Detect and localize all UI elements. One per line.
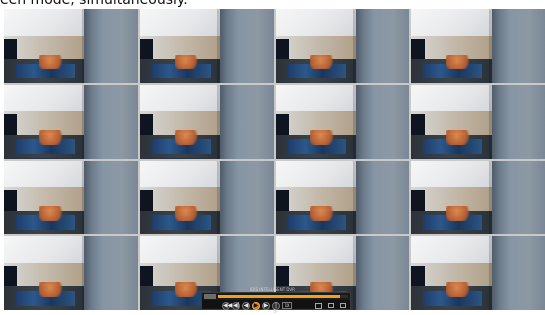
camera-tile[interactable] bbox=[4, 236, 138, 310]
camera-tile[interactable] bbox=[276, 85, 410, 159]
timeline-time-box bbox=[204, 294, 216, 299]
camera-scene bbox=[276, 266, 289, 287]
caption-text: een mode, simultaneously. bbox=[0, 0, 545, 8]
camera-tile[interactable] bbox=[4, 161, 138, 235]
camera-scene bbox=[39, 130, 66, 145]
camera-tile[interactable] bbox=[411, 9, 545, 83]
camera-scene bbox=[411, 266, 424, 287]
camera-scene bbox=[356, 85, 410, 159]
camera-scene bbox=[489, 85, 500, 159]
camera-scene bbox=[82, 161, 93, 235]
camera-scene bbox=[446, 55, 473, 70]
monitor-icon[interactable] bbox=[315, 303, 322, 309]
camera-scene bbox=[140, 266, 153, 287]
camera-scene bbox=[353, 236, 364, 310]
camera-scene bbox=[353, 85, 364, 159]
camera-scene bbox=[356, 9, 410, 83]
camera-scene bbox=[310, 130, 337, 145]
camera-tile[interactable] bbox=[140, 85, 274, 159]
camera-scene bbox=[446, 206, 473, 221]
camera-scene bbox=[84, 236, 138, 310]
camera-tile[interactable] bbox=[411, 161, 545, 235]
rewind-button[interactable]: ◀◀ bbox=[222, 302, 230, 310]
camera-scene bbox=[84, 161, 138, 235]
camera-scene bbox=[175, 130, 202, 145]
timeline-progress bbox=[218, 295, 340, 298]
camera-scene bbox=[411, 39, 424, 60]
camera-scene bbox=[353, 9, 364, 83]
camera-tile[interactable] bbox=[4, 9, 138, 83]
camera-scene bbox=[353, 161, 364, 235]
camera-scene bbox=[489, 236, 500, 310]
camera-scene bbox=[217, 9, 228, 83]
camera-scene bbox=[492, 161, 545, 235]
camera-scene bbox=[276, 114, 289, 135]
camera-tile[interactable] bbox=[4, 85, 138, 159]
camera-scene bbox=[4, 190, 17, 211]
camera-tile[interactable] bbox=[140, 161, 274, 235]
camera-scene bbox=[84, 9, 138, 83]
camera-tile[interactable] bbox=[276, 161, 410, 235]
camera-scene bbox=[492, 236, 545, 310]
camera-scene bbox=[220, 161, 274, 235]
camera-scene bbox=[217, 85, 228, 159]
camera-scene bbox=[411, 114, 424, 135]
camera-scene bbox=[140, 190, 153, 211]
camera-scene bbox=[175, 55, 202, 70]
layout-icon[interactable] bbox=[328, 303, 334, 308]
camera-scene bbox=[492, 9, 545, 83]
camera-scene bbox=[220, 9, 274, 83]
camera-scene bbox=[4, 114, 17, 135]
timeline-track[interactable] bbox=[218, 295, 348, 298]
next-button[interactable]: ▶ bbox=[262, 302, 270, 310]
camera-tile[interactable] bbox=[411, 236, 545, 310]
camera-scene bbox=[39, 206, 66, 221]
step-forward-button[interactable]: |▶ bbox=[272, 302, 280, 310]
play-button[interactable]: ▶ bbox=[252, 302, 260, 310]
camera-scene bbox=[411, 190, 424, 211]
camera-scene bbox=[356, 236, 410, 310]
camera-scene bbox=[140, 114, 153, 135]
camera-scene bbox=[4, 39, 17, 60]
camera-tile[interactable] bbox=[140, 9, 274, 83]
camera-scene bbox=[84, 85, 138, 159]
camera-scene bbox=[82, 9, 93, 83]
playback-right-tools bbox=[315, 301, 346, 310]
playback-bar: ◀◀ ◀| ◀ ▶ ▶ |▶ 1X bbox=[201, 292, 351, 310]
camera-scene bbox=[356, 161, 410, 235]
timeline-strip bbox=[202, 293, 350, 300]
camera-scene bbox=[276, 190, 289, 211]
camera-scene bbox=[140, 39, 153, 60]
camera-scene bbox=[220, 85, 274, 159]
camera-scene bbox=[82, 85, 93, 159]
camera-scene bbox=[4, 266, 17, 287]
camera-scene bbox=[175, 206, 202, 221]
camera-scene bbox=[489, 9, 500, 83]
camera-scene bbox=[276, 39, 289, 60]
camera-scene bbox=[489, 161, 500, 235]
prev-button[interactable]: ◀ bbox=[242, 302, 250, 310]
camera-tile-selected[interactable] bbox=[276, 9, 410, 83]
camera-scene bbox=[492, 85, 545, 159]
camera-scene bbox=[446, 130, 473, 145]
camera-scene bbox=[82, 236, 93, 310]
settings-icon[interactable] bbox=[340, 303, 346, 308]
camera-tile[interactable] bbox=[411, 85, 545, 159]
step-back-button[interactable]: ◀| bbox=[232, 302, 240, 310]
camera-grid bbox=[4, 9, 545, 310]
playback-controls: ◀◀ ◀| ◀ ▶ ▶ |▶ 1X bbox=[222, 301, 292, 310]
camera-scene bbox=[39, 55, 66, 70]
camera-scene bbox=[217, 161, 228, 235]
camera-scene bbox=[310, 206, 337, 221]
speed-indicator[interactable]: 1X bbox=[282, 302, 292, 309]
camera-scene bbox=[310, 55, 337, 70]
